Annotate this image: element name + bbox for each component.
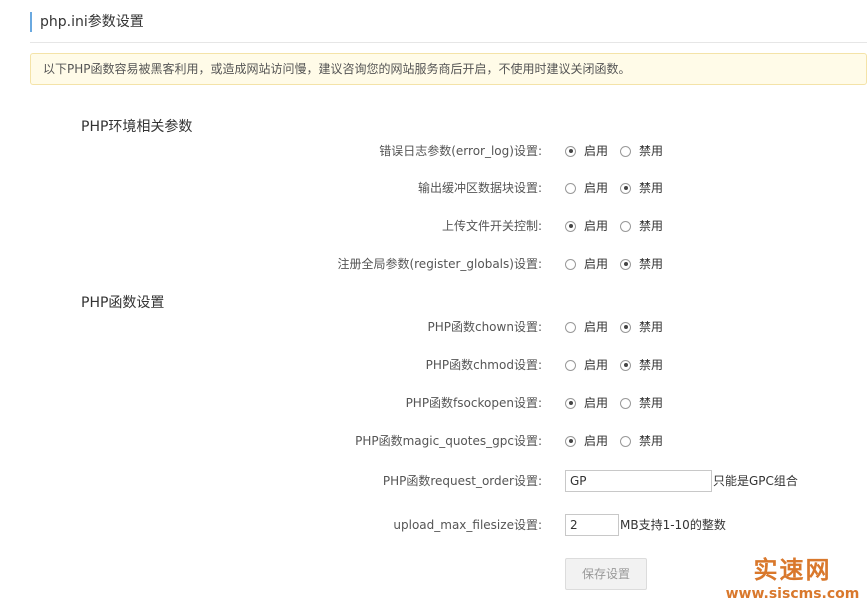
radio-group: 启用 禁用 [565, 252, 675, 276]
radio-enable-label: 启用 [584, 181, 609, 195]
radio-circle[interactable] [620, 435, 632, 447]
radio-group: 启用 禁用 [565, 176, 675, 200]
setting-label: 错误日志参数(error_log)设置: [379, 144, 542, 158]
radio-enable[interactable]: 启用 [565, 353, 608, 377]
radio-circle[interactable] [620, 397, 632, 409]
radio-enable-label: 启用 [584, 320, 609, 334]
radio-disable-label: 禁用 [639, 320, 664, 334]
radio-disable[interactable]: 禁用 [620, 252, 663, 276]
radio-circle[interactable] [565, 321, 576, 333]
radio-circle[interactable] [565, 145, 576, 157]
watermark-logo: 实速网 www.siscms.com [720, 555, 865, 603]
radio-enable-label: 启用 [584, 396, 609, 410]
upload-max-filesize-input[interactable] [565, 514, 619, 536]
radio-circle[interactable] [565, 182, 576, 194]
radio-disable-label: 禁用 [639, 358, 664, 372]
radio-disable-label: 禁用 [639, 434, 664, 448]
radio-enable-label: 启用 [584, 257, 609, 271]
radio-circle[interactable] [620, 145, 632, 157]
setting-label: PHP函数chown设置: [427, 320, 542, 334]
radio-enable-label: 启用 [584, 219, 609, 233]
setting-row-fsockopen: PHP函数fsockopen设置: 启用 禁用 [0, 391, 867, 415]
radio-disable-label: 禁用 [639, 181, 664, 195]
setting-row-register-globals: 注册全局参数(register_globals)设置: 启用 禁用 [0, 252, 867, 276]
section-title-func: PHP函数设置 [81, 295, 165, 311]
radio-enable-label: 启用 [584, 144, 609, 158]
radio-circle[interactable] [565, 359, 576, 371]
radio-enable[interactable]: 启用 [565, 139, 608, 163]
setting-row-error-log: 错误日志参数(error_log)设置: 启用 禁用 [0, 139, 867, 163]
radio-disable[interactable]: 禁用 [620, 214, 663, 238]
watermark-main-text: 实速网 [753, 556, 832, 584]
radio-group: 启用 禁用 [565, 139, 675, 163]
radio-enable-label: 启用 [584, 434, 609, 448]
setting-row-magic-quotes-gpc: PHP函数magic_quotes_gpc设置: 启用 禁用 [0, 429, 867, 453]
radio-disable[interactable]: 禁用 [620, 429, 663, 453]
radio-disable-label: 禁用 [639, 144, 664, 158]
setting-label: 上传文件开关控制: [441, 219, 542, 233]
radio-circle[interactable] [620, 220, 632, 232]
radio-disable[interactable]: 禁用 [620, 176, 663, 200]
radio-circle[interactable] [620, 321, 632, 333]
title-divider [30, 42, 867, 43]
radio-circle[interactable] [565, 435, 576, 447]
radio-group: 启用 禁用 [565, 391, 675, 415]
radio-disable[interactable]: 禁用 [620, 353, 663, 377]
radio-circle[interactable] [620, 258, 632, 270]
setting-label: PHP函数chmod设置: [425, 358, 542, 372]
radio-circle[interactable] [620, 359, 632, 371]
radio-disable[interactable]: 禁用 [620, 315, 663, 339]
radio-enable[interactable]: 启用 [565, 176, 608, 200]
radio-group: 启用 禁用 [565, 214, 675, 238]
radio-enable[interactable]: 启用 [565, 214, 608, 238]
radio-disable[interactable]: 禁用 [620, 139, 663, 163]
radio-disable[interactable]: 禁用 [620, 391, 663, 415]
radio-circle[interactable] [565, 397, 576, 409]
radio-enable[interactable]: 启用 [565, 429, 608, 453]
radio-circle[interactable] [565, 220, 576, 232]
radio-disable-label: 禁用 [639, 219, 664, 233]
setting-row-chmod: PHP函数chmod设置: 启用 禁用 [0, 353, 867, 377]
notice-banner: 以下PHP函数容易被黑客利用，或造成网站访问慢，建议咨询您的网站服务商后开启，不… [30, 53, 867, 85]
setting-row-upload-max-filesize: upload_max_filesize设置: MB支持1-10的整数 [0, 514, 867, 538]
setting-label: PHP函数fsockopen设置: [405, 396, 542, 410]
request-order-hint: 只能是GPC组合 [713, 474, 798, 488]
setting-row-file-uploads: 上传文件开关控制: 启用 禁用 [0, 214, 867, 238]
upload-max-filesize-hint: MB支持1-10的整数 [620, 518, 726, 532]
radio-group: 启用 禁用 [565, 429, 675, 453]
request-order-input[interactable] [565, 470, 712, 492]
setting-label: PHP函数request_order设置: [382, 474, 542, 488]
watermark-url: www.siscms.com [725, 586, 860, 602]
setting-row-output-buffering: 输出缓冲区数据块设置: 启用 禁用 [0, 176, 867, 200]
setting-label: 输出缓冲区数据块设置: [417, 181, 542, 195]
radio-group: 启用 禁用 [565, 315, 675, 339]
setting-label: PHP函数magic_quotes_gpc设置: [355, 434, 542, 448]
save-settings-button[interactable]: 保存设置 [565, 558, 647, 590]
radio-disable-label: 禁用 [639, 396, 664, 410]
setting-label: 注册全局参数(register_globals)设置: [337, 257, 542, 271]
radio-circle[interactable] [565, 258, 576, 270]
radio-disable-label: 禁用 [639, 257, 664, 271]
section-title-env: PHP环境相关参数 [81, 119, 193, 135]
radio-enable[interactable]: 启用 [565, 315, 608, 339]
setting-label: upload_max_filesize设置: [393, 518, 542, 532]
radio-circle[interactable] [620, 182, 632, 194]
radio-enable[interactable]: 启用 [565, 252, 608, 276]
setting-row-chown: PHP函数chown设置: 启用 禁用 [0, 315, 867, 339]
radio-enable-label: 启用 [584, 358, 609, 372]
radio-group: 启用 禁用 [565, 353, 675, 377]
radio-enable[interactable]: 启用 [565, 391, 608, 415]
page-title: php.ini参数设置 [30, 12, 144, 32]
setting-row-request-order: PHP函数request_order设置: 只能是GPC组合 [0, 470, 867, 494]
